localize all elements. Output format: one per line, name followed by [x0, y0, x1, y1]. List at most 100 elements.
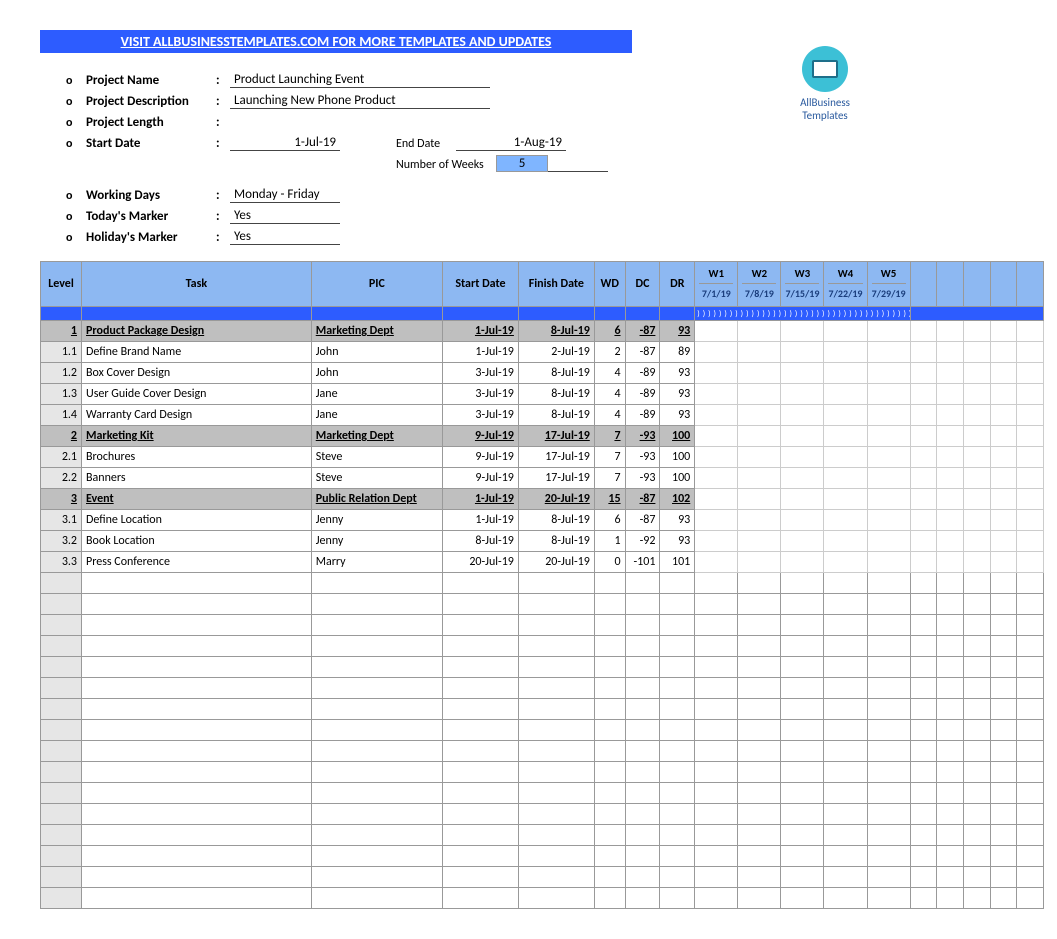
header-link[interactable]: VISIT ALLBUSINESSTEMPLATES.COM FOR MORE … [40, 30, 632, 53]
cell[interactable]: 93 [660, 531, 695, 552]
cell[interactable]: User Guide Cover Design [82, 384, 312, 405]
cell[interactable]: -89 [625, 363, 660, 384]
table-empty-row[interactable] [41, 888, 1044, 909]
table-empty-row[interactable] [41, 615, 1044, 636]
cell[interactable]: 1-Jul-19 [443, 321, 519, 342]
table-row[interactable]: 1.1Define Brand NameJohn1-Jul-192-Jul-19… [41, 342, 1044, 363]
cell[interactable]: 20-Jul-19 [518, 489, 594, 510]
cell[interactable]: Warranty Card Design [82, 405, 312, 426]
cell[interactable]: Steve [311, 447, 442, 468]
cell[interactable]: John [311, 363, 442, 384]
cell[interactable]: 3-Jul-19 [443, 363, 519, 384]
cell[interactable]: Public Relation Dept [311, 489, 442, 510]
cell[interactable]: John [311, 342, 442, 363]
table-group-row[interactable]: 1Product Package DesignMarketing Dept1-J… [41, 321, 1044, 342]
cell[interactable]: 1-Jul-19 [443, 342, 519, 363]
cell[interactable]: 3-Jul-19 [443, 384, 519, 405]
cell[interactable]: Define Brand Name [82, 342, 312, 363]
table-row[interactable]: 2.1BrochuresSteve9-Jul-1917-Jul-197-9310… [41, 447, 1044, 468]
cell[interactable]: 8-Jul-19 [518, 363, 594, 384]
cell[interactable]: 3-Jul-19 [443, 405, 519, 426]
cell[interactable]: Brochures [82, 447, 312, 468]
table-row[interactable]: 3.3Press ConferenceMarry20-Jul-1920-Jul-… [41, 552, 1044, 573]
working-days-input[interactable]: Monday - Friday [230, 187, 340, 203]
table-group-row[interactable]: 3EventPublic Relation Dept1-Jul-1920-Jul… [41, 489, 1044, 510]
cell[interactable]: 7 [594, 447, 625, 468]
cell[interactable]: Jane [311, 384, 442, 405]
cell[interactable]: Box Cover Design [82, 363, 312, 384]
holiday-marker-input[interactable]: Yes [230, 229, 340, 245]
cell[interactable]: 6 [594, 321, 625, 342]
cell[interactable]: 8-Jul-19 [518, 321, 594, 342]
table-empty-row[interactable] [41, 762, 1044, 783]
cell[interactable]: Book Location [82, 531, 312, 552]
cell[interactable]: Marketing Dept [311, 426, 442, 447]
cell[interactable]: 8-Jul-19 [518, 531, 594, 552]
cell[interactable]: 9-Jul-19 [443, 468, 519, 489]
cell[interactable]: 4 [594, 405, 625, 426]
today-marker-input[interactable]: Yes [230, 208, 340, 224]
cell[interactable]: 8-Jul-19 [443, 531, 519, 552]
table-group-row[interactable]: 2Marketing KitMarketing Dept9-Jul-1917-J… [41, 426, 1044, 447]
table-row[interactable]: 3.2Book LocationJenny8-Jul-198-Jul-191-9… [41, 531, 1044, 552]
cell[interactable]: 3.3 [41, 552, 82, 573]
cell[interactable]: -92 [625, 531, 660, 552]
cell[interactable]: 2.2 [41, 468, 82, 489]
cell[interactable]: 93 [660, 405, 695, 426]
table-empty-row[interactable] [41, 573, 1044, 594]
cell[interactable]: 1.3 [41, 384, 82, 405]
project-name-input[interactable]: Product Launching Event [230, 72, 490, 88]
start-date-input[interactable]: 1-Jul-19 [230, 135, 340, 151]
cell[interactable]: 15 [594, 489, 625, 510]
project-desc-input[interactable]: Launching New Phone Product [230, 93, 490, 109]
cell[interactable]: 101 [660, 552, 695, 573]
cell[interactable]: 20-Jul-19 [443, 552, 519, 573]
table-empty-row[interactable] [41, 846, 1044, 867]
cell[interactable]: 17-Jul-19 [518, 468, 594, 489]
cell[interactable]: 1-Jul-19 [443, 489, 519, 510]
cell[interactable]: 1-Jul-19 [443, 510, 519, 531]
table-empty-row[interactable] [41, 594, 1044, 615]
cell[interactable]: 8-Jul-19 [518, 384, 594, 405]
table-row[interactable]: 3.1Define LocationJenny1-Jul-198-Jul-196… [41, 510, 1044, 531]
cell[interactable]: 7 [594, 468, 625, 489]
cell[interactable]: -93 [625, 426, 660, 447]
cell[interactable]: Marketing Kit [82, 426, 312, 447]
cell[interactable]: 100 [660, 426, 695, 447]
cell[interactable]: 8-Jul-19 [518, 510, 594, 531]
cell[interactable]: Marry [311, 552, 442, 573]
cell[interactable]: -87 [625, 489, 660, 510]
cell[interactable]: 6 [594, 510, 625, 531]
cell[interactable]: 1.1 [41, 342, 82, 363]
cell[interactable]: Jenny [311, 510, 442, 531]
table-empty-row[interactable] [41, 783, 1044, 804]
cell[interactable]: 1 [594, 531, 625, 552]
cell[interactable]: 17-Jul-19 [518, 447, 594, 468]
cell[interactable]: 1.2 [41, 363, 82, 384]
end-date-input[interactable]: 1-Aug-19 [456, 135, 566, 151]
cell[interactable]: 93 [660, 510, 695, 531]
cell[interactable]: 20-Jul-19 [518, 552, 594, 573]
cell[interactable]: -89 [625, 384, 660, 405]
cell[interactable]: 17-Jul-19 [518, 426, 594, 447]
cell[interactable]: 2 [41, 426, 82, 447]
cell[interactable]: 93 [660, 363, 695, 384]
table-empty-row[interactable] [41, 867, 1044, 888]
cell[interactable]: 2 [594, 342, 625, 363]
cell[interactable]: 100 [660, 447, 695, 468]
table-empty-row[interactable] [41, 657, 1044, 678]
cell[interactable]: 4 [594, 384, 625, 405]
table-empty-row[interactable] [41, 699, 1044, 720]
table-row[interactable]: 1.2Box Cover DesignJohn3-Jul-198-Jul-194… [41, 363, 1044, 384]
cell[interactable]: 8-Jul-19 [518, 405, 594, 426]
cell[interactable]: 93 [660, 384, 695, 405]
cell[interactable]: Event [82, 489, 312, 510]
cell[interactable]: Press Conference [82, 552, 312, 573]
cell[interactable]: 7 [594, 426, 625, 447]
cell[interactable]: 2.1 [41, 447, 82, 468]
table-row[interactable]: 1.3User Guide Cover DesignJane3-Jul-198-… [41, 384, 1044, 405]
cell[interactable]: Product Package Design [82, 321, 312, 342]
cell[interactable]: Define Location [82, 510, 312, 531]
table-empty-row[interactable] [41, 804, 1044, 825]
cell[interactable]: -87 [625, 510, 660, 531]
